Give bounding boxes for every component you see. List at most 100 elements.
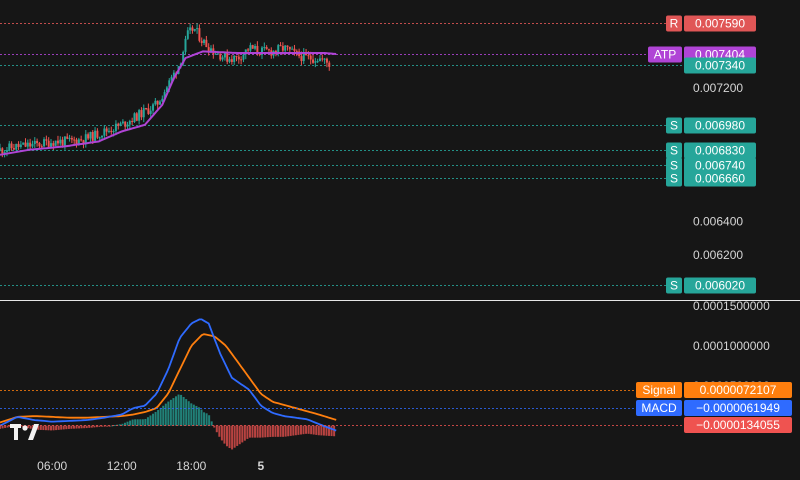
candle-body: [96, 130, 99, 138]
level-value-5: 0.006740: [695, 159, 745, 173]
candle-body: [66, 136, 69, 139]
level-tag-4: S: [670, 144, 678, 158]
level-value-0: 0.007590: [695, 17, 745, 31]
candle-body: [295, 50, 298, 52]
candle-body: [54, 140, 57, 146]
level-value-6: 0.006660: [695, 172, 745, 186]
hist-bar: [57, 425, 60, 430]
hist-bar: [287, 425, 290, 437]
hist-bar: [243, 425, 246, 441]
hist-bar: [75, 425, 78, 429]
candle-body: [147, 108, 150, 114]
hist-bar: [220, 425, 223, 441]
hist-bar: [241, 425, 244, 443]
hist-bar: [236, 425, 239, 446]
candle-body: [43, 139, 46, 147]
candle-body: [312, 59, 315, 63]
candle-body: [138, 110, 141, 121]
level-tag-5: S: [670, 159, 678, 173]
hist-bar: [62, 425, 65, 430]
candle-body: [70, 137, 73, 140]
candle-body: [142, 108, 145, 118]
hist-bar: [113, 425, 116, 427]
candle-body: [228, 59, 231, 62]
candle-body: [186, 30, 189, 39]
candle-body: [91, 131, 94, 141]
candle-body: [15, 143, 18, 150]
candle-body: [98, 137, 101, 139]
candle-body: [325, 58, 328, 63]
hist-bar: [47, 425, 50, 431]
candle-body: [94, 130, 97, 141]
hist-bar: [50, 425, 53, 431]
candle-body: [101, 135, 104, 138]
hist-bar: [85, 425, 88, 429]
candle-body: [205, 39, 208, 48]
hist-bar: [67, 425, 70, 429]
candle-body: [235, 55, 238, 57]
candle-body: [5, 150, 8, 152]
hist-bar: [294, 425, 297, 436]
candle-body: [288, 46, 291, 50]
candle-body: [156, 100, 159, 105]
hist-bar: [44, 425, 47, 431]
candle-body: [12, 148, 15, 150]
candle-body: [128, 121, 131, 125]
level-tag-3: S: [670, 119, 678, 133]
candle-body: [309, 55, 312, 60]
time-tick-3: 5: [258, 459, 265, 473]
candle-body: [247, 49, 250, 51]
candle-body: [61, 139, 64, 146]
hist-bar: [256, 425, 259, 438]
level-tag-6: S: [670, 172, 678, 186]
candle-body: [254, 45, 257, 49]
hist-bar: [52, 425, 55, 431]
hist-bar: [271, 425, 274, 437]
hist-bar: [307, 425, 310, 434]
candle-body: [126, 124, 129, 127]
candle-body: [17, 143, 20, 147]
candle-body: [251, 45, 254, 49]
candle-body: [0, 148, 1, 150]
candle-body: [152, 104, 155, 111]
hist-bar: [149, 415, 152, 426]
candle-body: [38, 142, 41, 147]
macd-value-0: 0.0000072107: [700, 383, 777, 397]
level-tag-7: S: [670, 279, 678, 293]
candle-body: [110, 130, 113, 133]
hist-bar: [192, 404, 195, 426]
hist-bar: [215, 425, 218, 433]
hist-bar: [297, 425, 300, 435]
candle-body: [256, 45, 259, 53]
candle-body: [133, 113, 136, 123]
candle-body: [189, 27, 192, 31]
hist-bar: [205, 413, 208, 426]
candle-body: [131, 121, 134, 123]
candle-body: [240, 59, 243, 61]
candle-body: [219, 53, 222, 60]
macd-tag-1: MACD: [641, 401, 677, 415]
hist-bar: [144, 418, 147, 426]
candle-body: [318, 58, 321, 62]
hist-bar: [310, 425, 313, 435]
hist-bar: [246, 425, 249, 439]
candle-body: [300, 56, 303, 62]
candle-body: [307, 55, 310, 57]
hist-bar: [231, 425, 234, 450]
hist-bar: [139, 419, 142, 426]
candle-body: [36, 140, 39, 143]
candles: [0, 23, 331, 158]
hist-bar: [60, 425, 63, 430]
candle-body: [203, 39, 206, 43]
candle-body: [63, 136, 66, 146]
tradingview-logo-icon: [10, 424, 39, 440]
candle-body: [22, 142, 25, 145]
hist-bar: [269, 425, 272, 437]
hist-bar: [317, 425, 320, 436]
candle-body: [105, 128, 108, 132]
hist-bar: [218, 425, 221, 437]
candle-body: [216, 53, 219, 55]
candle-body: [33, 140, 36, 145]
macd-value-1: −0.0000061949: [696, 401, 780, 415]
candle-body: [198, 28, 201, 41]
